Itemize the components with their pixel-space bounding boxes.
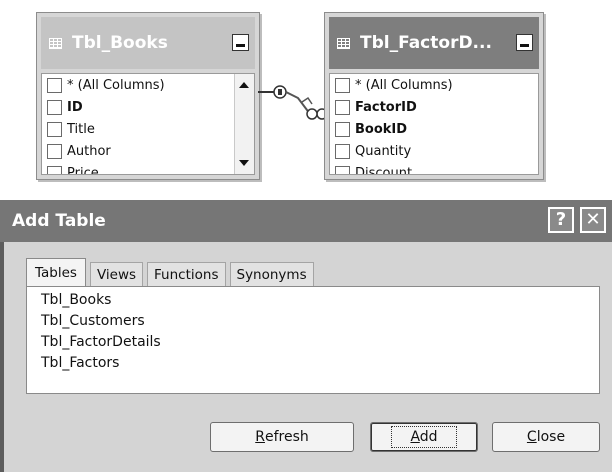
- list-item[interactable]: Tbl_Customers: [41, 311, 599, 332]
- focus-rect: Add: [391, 426, 457, 448]
- table-list[interactable]: Tbl_Books Tbl_Customers Tbl_FactorDetail…: [26, 286, 600, 394]
- column-row[interactable]: BookID: [330, 118, 538, 140]
- column-row[interactable]: Title: [42, 118, 254, 140]
- column-label: Discount: [355, 165, 413, 175]
- column-row[interactable]: Discount: [330, 162, 538, 175]
- close-icon[interactable]: ✕: [580, 207, 606, 233]
- column-label: * (All Columns): [355, 77, 453, 93]
- refresh-mnemonic: R: [255, 429, 265, 445]
- books-table-window[interactable]: Tbl_Books * (All Columns) ID Title Autho…: [36, 12, 260, 180]
- refresh-button[interactable]: Refresh: [210, 422, 354, 452]
- table-icon: [49, 37, 62, 49]
- column-label: ID: [67, 99, 83, 115]
- dialog-titlebar[interactable]: Add Table ? ✕: [0, 200, 612, 242]
- column-row[interactable]: * (All Columns): [330, 74, 538, 96]
- column-checkbox[interactable]: [335, 121, 350, 137]
- tab-tables[interactable]: Tables: [26, 258, 86, 286]
- column-checkbox[interactable]: [47, 143, 62, 159]
- column-label: Quantity: [355, 143, 412, 159]
- column-row[interactable]: ID: [42, 96, 254, 118]
- add-label: dd: [419, 429, 438, 445]
- add-button[interactable]: Add: [370, 422, 478, 452]
- close-mnemonic: C: [526, 429, 537, 445]
- add-table-dialog: Add Table ? ✕ Tables Views Functions Syn…: [0, 200, 612, 472]
- list-item[interactable]: Tbl_FactorDetails: [41, 332, 599, 353]
- column-row[interactable]: Quantity: [330, 140, 538, 162]
- column-label: Price: [67, 165, 99, 175]
- tabstrip: Tables Views Functions Synonyms: [26, 258, 318, 286]
- column-row[interactable]: FactorID: [330, 96, 538, 118]
- column-label: * (All Columns): [67, 77, 165, 93]
- column-label: BookID: [355, 121, 408, 137]
- table-icon: [337, 37, 350, 49]
- tab-panel: Tables Views Functions Synonyms Tbl_Book…: [26, 258, 600, 394]
- factor-details-table-window[interactable]: Tbl_FactorD... * (All Columns) FactorID …: [324, 12, 544, 180]
- column-checkbox[interactable]: [335, 99, 350, 115]
- close-button[interactable]: Close: [492, 422, 600, 452]
- column-checkbox[interactable]: [47, 121, 62, 137]
- tab-functions[interactable]: Functions: [147, 262, 226, 286]
- scroll-down-icon[interactable]: [239, 160, 249, 166]
- add-mnemonic: A: [410, 429, 420, 445]
- books-table-title: Tbl_Books: [72, 33, 168, 53]
- column-checkbox[interactable]: [47, 99, 62, 115]
- tab-views[interactable]: Views: [89, 262, 144, 286]
- relationship-key-icon[interactable]: [258, 84, 330, 128]
- dialog-title: Add Table: [12, 211, 106, 231]
- column-row[interactable]: Author: [42, 140, 254, 162]
- column-row[interactable]: Price: [42, 162, 254, 175]
- books-table-titlebar[interactable]: Tbl_Books: [41, 17, 255, 69]
- minimize-icon[interactable]: [232, 34, 249, 51]
- close-label: lose: [536, 429, 566, 445]
- column-checkbox[interactable]: [47, 77, 62, 93]
- books-column-list[interactable]: * (All Columns) ID Title Author Price: [41, 73, 255, 175]
- column-checkbox[interactable]: [47, 165, 62, 174]
- tab-synonyms[interactable]: Synonyms: [229, 262, 314, 286]
- factor-table-titlebar[interactable]: Tbl_FactorD...: [329, 17, 539, 69]
- minimize-icon[interactable]: [516, 34, 533, 51]
- column-label: FactorID: [355, 99, 417, 115]
- factor-table-title: Tbl_FactorD...: [360, 33, 492, 53]
- column-checkbox[interactable]: [335, 143, 350, 159]
- factor-column-list[interactable]: * (All Columns) FactorID BookID Quantity…: [329, 73, 539, 175]
- scroll-up-icon[interactable]: [239, 82, 249, 88]
- column-checkbox[interactable]: [335, 165, 350, 174]
- help-button[interactable]: ?: [548, 207, 574, 233]
- column-checkbox[interactable]: [335, 77, 350, 93]
- column-label: Title: [67, 121, 95, 137]
- list-item[interactable]: Tbl_Books: [41, 290, 599, 311]
- vertical-scrollbar[interactable]: [234, 74, 254, 174]
- column-label: Author: [67, 143, 111, 159]
- column-row[interactable]: * (All Columns): [42, 74, 254, 96]
- list-item[interactable]: Tbl_Factors: [41, 353, 599, 374]
- refresh-label: efresh: [264, 429, 309, 445]
